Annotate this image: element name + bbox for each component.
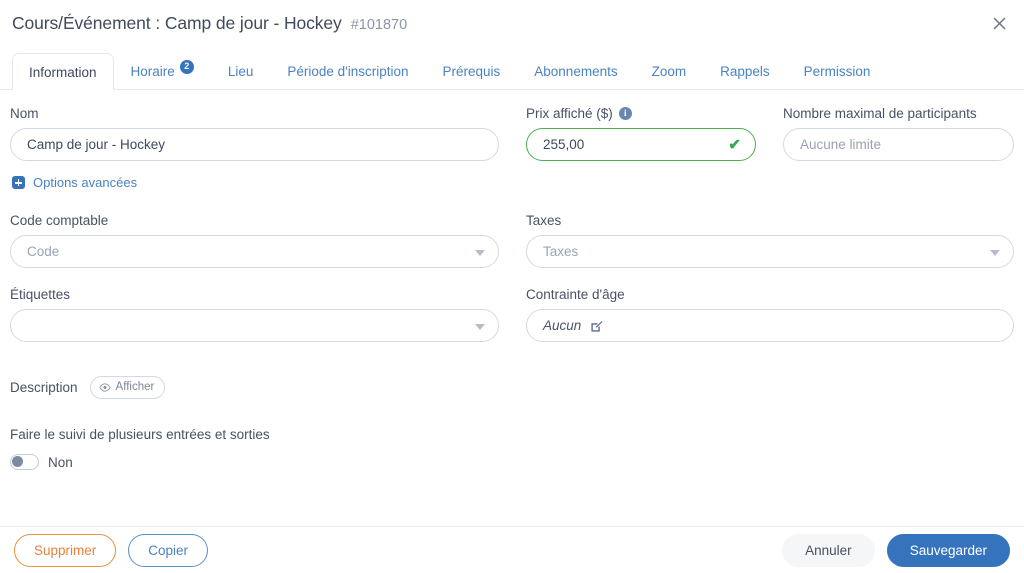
tab-label: Abonnements bbox=[534, 64, 618, 79]
tab-label: Permission bbox=[803, 64, 871, 79]
participants-placeholder: Aucune limite bbox=[800, 137, 882, 152]
suivi-toggle[interactable] bbox=[10, 454, 39, 471]
field-participants: Nombre maximal de participants Aucune li… bbox=[783, 104, 1014, 161]
field-code-comptable: Code comptable Code bbox=[10, 211, 499, 268]
label-code-comptable: Code comptable bbox=[10, 212, 109, 228]
label-prix-text: Prix affiché ($) bbox=[526, 105, 613, 121]
label-etiquettes: Étiquettes bbox=[10, 286, 71, 302]
edit-pencil-icon[interactable] bbox=[590, 320, 603, 333]
close-glyph bbox=[993, 17, 1005, 29]
tab-bar: Information Horaire 2 Lieu Période d'ins… bbox=[0, 47, 1024, 90]
close-icon[interactable] bbox=[986, 10, 1012, 36]
form-row-1: Nom Camp de jour - Hockey Prix affiché (… bbox=[10, 104, 1014, 161]
form-row-3: Étiquettes Contrainte d'âge Aucun bbox=[10, 285, 1014, 342]
suivi-section: Faire le suivi de plusieurs entrées et s… bbox=[10, 427, 1014, 471]
record-id: #101870 bbox=[350, 17, 408, 33]
tab-label: Prérequis bbox=[442, 64, 501, 79]
cancel-button[interactable]: Annuler bbox=[782, 533, 875, 567]
field-taxes: Taxes Taxes bbox=[526, 211, 1014, 268]
label-description: Description bbox=[10, 380, 78, 396]
form-body: Nom Camp de jour - Hockey Prix affiché (… bbox=[0, 104, 1024, 540]
field-etiquettes: Étiquettes bbox=[10, 285, 499, 342]
footer-left-actions: Supprimer Copier bbox=[14, 533, 209, 567]
edit-pencil-glyph bbox=[591, 321, 603, 332]
toggle-knob bbox=[12, 456, 23, 468]
advanced-options-label: Options avancées bbox=[33, 175, 138, 190]
taxes-select[interactable]: Taxes bbox=[526, 235, 1014, 268]
tab-lieu[interactable]: Lieu bbox=[211, 53, 271, 89]
tab-label: Information bbox=[29, 64, 97, 80]
chevron-down-icon bbox=[475, 249, 485, 256]
etiquettes-select[interactable] bbox=[10, 309, 499, 342]
form-row-3-right: Contrainte d'âge Aucun bbox=[526, 285, 1014, 342]
check-icon: ✔ bbox=[728, 136, 741, 153]
tab-abonnements[interactable]: Abonnements bbox=[517, 53, 634, 89]
copy-button[interactable]: Copier bbox=[128, 533, 209, 567]
nom-input-value: Camp de jour - Hockey bbox=[27, 137, 166, 152]
code-comptable-placeholder: Code bbox=[27, 244, 60, 259]
contrainte-age-field[interactable]: Aucun bbox=[526, 309, 1014, 342]
save-button[interactable]: Sauvegarder bbox=[886, 533, 1010, 567]
suivi-toggle-row: Non bbox=[10, 454, 1014, 471]
description-afficher-label: Afficher bbox=[115, 381, 155, 393]
chevron-down-icon bbox=[990, 249, 1000, 256]
label-contrainte-age: Contrainte d'âge bbox=[526, 286, 625, 302]
participants-input[interactable]: Aucune limite bbox=[783, 128, 1014, 161]
tab-label: Horaire bbox=[130, 64, 175, 79]
delete-button[interactable]: Supprimer bbox=[14, 533, 117, 567]
page-title: Cours/Événement : Camp de jour - Hockey bbox=[12, 13, 342, 33]
label-taxes: Taxes bbox=[526, 212, 562, 228]
modal-header: Cours/Événement : Camp de jour - Hockey … bbox=[0, 0, 1024, 47]
info-icon[interactable]: i bbox=[618, 106, 632, 120]
tab-zoom[interactable]: Zoom bbox=[635, 53, 704, 89]
description-afficher-button[interactable]: Afficher bbox=[89, 376, 166, 400]
tab-badge-count: 2 bbox=[179, 59, 194, 74]
label-nom: Nom bbox=[10, 105, 39, 121]
tab-information[interactable]: Information bbox=[12, 53, 114, 90]
prix-input[interactable]: 255,00 ✔ bbox=[526, 128, 756, 161]
prix-input-value: 255,00 bbox=[543, 137, 585, 152]
field-contrainte-age: Contrainte d'âge Aucun bbox=[526, 285, 1014, 342]
code-comptable-select[interactable]: Code bbox=[10, 235, 499, 268]
title-wrap: Cours/Événement : Camp de jour - Hockey … bbox=[12, 13, 407, 34]
tab-permission[interactable]: Permission bbox=[787, 53, 888, 89]
tab-label: Rappels bbox=[720, 64, 770, 79]
nom-input[interactable]: Camp de jour - Hockey bbox=[10, 128, 499, 161]
eye-icon bbox=[98, 382, 111, 392]
footer-right-actions: Annuler Sauvegarder bbox=[782, 533, 1010, 567]
field-nom: Nom Camp de jour - Hockey bbox=[10, 104, 499, 161]
chevron-down-icon bbox=[475, 323, 485, 330]
field-prix: Prix affiché ($) i 255,00 ✔ bbox=[526, 104, 756, 161]
tab-horaire[interactable]: Horaire 2 bbox=[114, 53, 211, 89]
tab-label: Lieu bbox=[227, 64, 254, 79]
form-row-2: Code comptable Code Taxes Taxes bbox=[10, 211, 1014, 268]
plus-square-icon bbox=[12, 176, 25, 189]
advanced-options-toggle[interactable]: Options avancées bbox=[12, 175, 137, 190]
tab-periode-inscription[interactable]: Période d'inscription bbox=[270, 53, 425, 89]
tab-rappels[interactable]: Rappels bbox=[703, 53, 787, 89]
label-participants: Nombre maximal de participants bbox=[783, 105, 977, 121]
description-section: Description Afficher bbox=[10, 376, 1014, 400]
tab-label: Zoom bbox=[651, 64, 687, 79]
label-suivi: Faire le suivi de plusieurs entrées et s… bbox=[10, 427, 270, 443]
taxes-placeholder: Taxes bbox=[543, 244, 579, 259]
tab-prerequis[interactable]: Prérequis bbox=[426, 53, 518, 89]
form-row-2-right: Taxes Taxes bbox=[526, 211, 1014, 268]
tab-label: Période d'inscription bbox=[287, 64, 409, 79]
form-row-1-right: Prix affiché ($) i 255,00 ✔ Nombre maxim… bbox=[526, 104, 1014, 161]
label-prix: Prix affiché ($) i bbox=[526, 104, 756, 122]
suivi-toggle-state: Non bbox=[48, 454, 73, 470]
modal-footer: Supprimer Copier Annuler Sauvegarder bbox=[0, 526, 1024, 573]
contrainte-age-value: Aucun bbox=[543, 318, 582, 333]
